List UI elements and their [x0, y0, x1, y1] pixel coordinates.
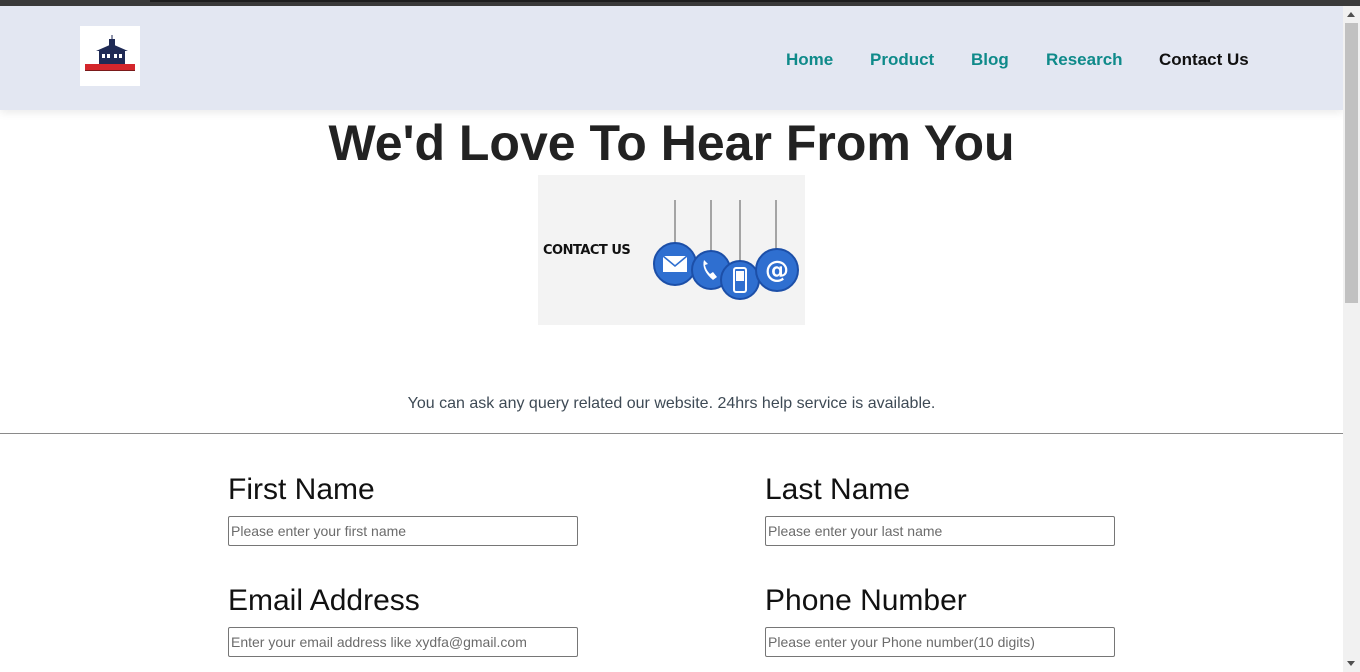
section-divider	[0, 433, 1343, 434]
last-name-input[interactable]	[765, 516, 1115, 546]
at-sign-icon: @	[755, 248, 799, 292]
envelope-icon	[653, 242, 697, 286]
nav-research[interactable]: Research	[1046, 50, 1123, 70]
site-logo[interactable]	[80, 26, 140, 86]
svg-text:@: @	[765, 256, 789, 284]
phone-label: Phone Number	[765, 584, 967, 617]
nav-blog[interactable]: Blog	[971, 50, 1009, 70]
last-name-label: Last Name	[765, 473, 911, 506]
contact-us-image: CONTACT US @	[538, 175, 805, 325]
vertical-scrollbar[interactable]	[1343, 6, 1360, 672]
first-name-input[interactable]	[228, 516, 578, 546]
nav-home[interactable]: Home	[786, 50, 833, 70]
nav-product[interactable]: Product	[870, 50, 934, 70]
phone-input[interactable]	[765, 627, 1115, 657]
scroll-up-icon[interactable]	[1347, 12, 1355, 17]
contact-icons-illustration: @	[653, 200, 799, 300]
email-input[interactable]	[228, 627, 578, 657]
intro-text: You can ask any query related our websit…	[407, 395, 936, 412]
page-title: We'd Love To Hear From You	[328, 115, 1015, 171]
site-header: Home Product Blog Research Contact Us	[0, 6, 1343, 110]
scrollbar-thumb[interactable]	[1345, 23, 1358, 303]
nav-contact-us[interactable]: Contact Us	[1159, 50, 1249, 70]
first-name-label: First Name	[228, 473, 375, 506]
page: Home Product Blog Research Contact Us We…	[0, 6, 1343, 672]
email-label: Email Address	[228, 584, 420, 617]
school-building-icon	[85, 35, 135, 71]
scroll-down-icon[interactable]	[1347, 661, 1355, 666]
mobile-icon	[720, 260, 760, 300]
